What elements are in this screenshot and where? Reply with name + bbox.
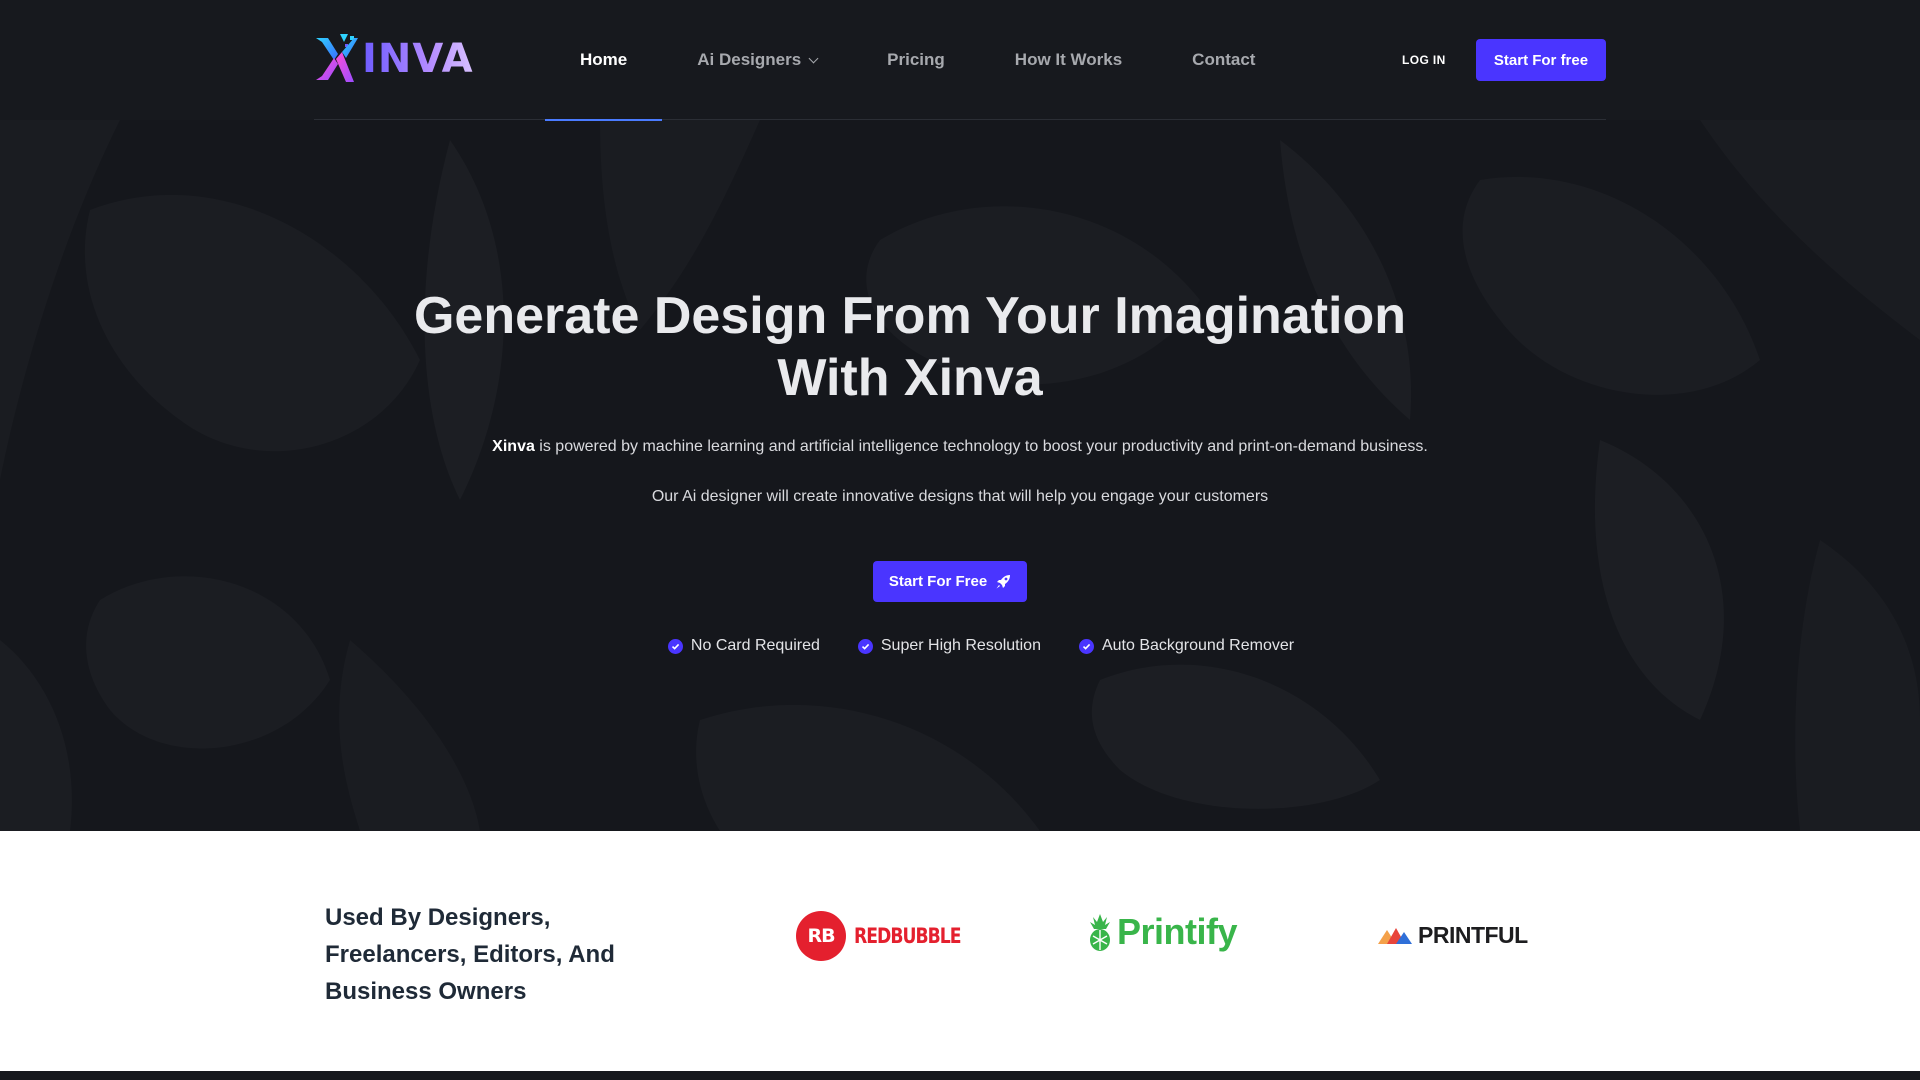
nav-how-it-works-label: How It Works [1014,50,1123,69]
nav-home-label: Home [580,50,628,69]
feature-item: Super High Resolution [857,637,1041,655]
nav-how-it-works[interactable]: How It Works [980,0,1157,120]
xinva-logo[interactable]: INVA [314,32,474,86]
nav-home[interactable]: Home [545,0,663,121]
feature-label: No Card Required [690,637,820,654]
main-nav: Home Ai Designers Pricing How It Works C… [545,0,1290,121]
hero-description-brand: Xinva [492,438,535,455]
start-for-free-hero-label: Start For Free [888,573,988,590]
site-header: INVA Home Ai Designers Pricing How It Wo… [0,0,1920,121]
nav-ai-designers[interactable]: Ai Designers [662,0,852,120]
hero-title-line-2: With Xinva [777,349,1043,407]
chevron-down-icon [808,53,819,63]
nav-contact-label: Contact [1192,50,1256,69]
logo-wordmark: INVA [362,36,474,82]
hero-content: Generate Design From Your Imagination Wi… [0,120,1920,831]
feature-item: Auto Background Remover [1078,637,1295,655]
hero-description: Xinva is powered by machine learning and… [0,438,1920,456]
start-for-free-hero-button[interactable]: Start For Free [873,561,1027,602]
hero-description-text: is powered by machine learning and artif… [534,438,1428,455]
nav-pricing-label: Pricing [887,50,945,69]
printify-wordmark: Printify [1117,911,1238,952]
feature-item: No Card Required [667,637,820,655]
redbubble-wordmark: REDBUBBLE [854,924,962,948]
header-inner: INVA Home Ai Designers Pricing How It Wo… [314,0,1606,121]
printify-pineapple-icon [1090,914,1110,951]
nav-pricing[interactable]: Pricing [852,0,980,120]
nav-contact[interactable]: Contact [1157,0,1290,120]
feature-label: Auto Background Remover [1101,637,1295,654]
hero-title: Generate Design From Your Imagination Wi… [360,285,1460,409]
check-circle-icon [667,638,683,654]
xinva-logo-mark-icon [316,34,358,82]
printify-logo: Printify [1087,911,1238,953]
rocket-icon [996,574,1011,588]
feature-list: No Card Required Super High Resolution A… [0,637,1920,655]
check-circle-icon [857,638,873,654]
login-link[interactable]: LOG IN [1402,0,1446,120]
hero-section: Generate Design From Your Imagination Wi… [0,120,1920,831]
redbubble-mark: RB [796,911,846,961]
feature-label: Super High Resolution [880,637,1041,654]
nav-ai-designers-label: Ai Designers [697,50,802,69]
start-for-free-header-button[interactable]: Start For free [1476,39,1606,81]
trusted-by-title: Used By Designers, Freelancers, Editors,… [325,904,615,1005]
check-circle-icon [1078,638,1094,654]
redbubble-logo: RB REDBUBBLE [796,911,984,961]
printful-wordmark: PRINTFUL [1418,922,1528,948]
hero-subdescription: Our Ai designer will create innovative d… [651,488,1269,505]
footer-edge [0,1071,1920,1080]
trusted-by-section: Used By Designers, Freelancers, Editors,… [0,831,1920,1071]
printful-logo: PRINTFUL [1378,922,1528,949]
printful-mountains-icon [1378,927,1412,944]
hero-title-line-1: Generate Design From Your Imagination [413,287,1407,345]
